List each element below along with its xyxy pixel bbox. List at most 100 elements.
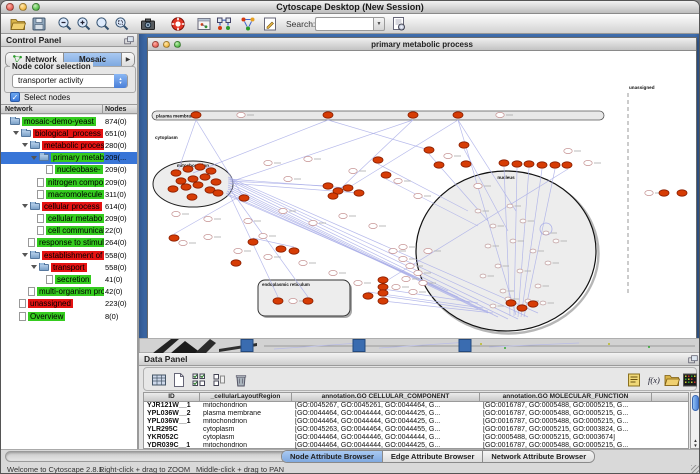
import-attributes-icon[interactable] [663, 371, 681, 389]
zoom-out-icon[interactable] [56, 15, 74, 33]
background-window-strip[interactable] [139, 338, 700, 353]
scrollbar-arrows[interactable]: ▲▼ [691, 438, 700, 448]
network-node-selected[interactable] [459, 142, 469, 148]
attribute-table-icon[interactable] [150, 371, 168, 389]
network-node[interactable] [349, 168, 357, 173]
tree-row[interactable]: Overview8(0) [1, 310, 137, 322]
network-node[interactable] [474, 183, 482, 188]
network-node[interactable] [507, 204, 513, 208]
layout-grid-icon[interactable] [215, 15, 233, 33]
network-node-selected[interactable] [550, 162, 560, 168]
network-node[interactable] [510, 239, 516, 243]
network-node-selected[interactable] [213, 190, 223, 196]
table-column-header[interactable]: ID [144, 393, 200, 401]
network-node[interactable] [244, 218, 252, 223]
network-node-selected[interactable] [373, 157, 383, 163]
network-node-selected[interactable] [181, 184, 191, 190]
network-node-selected[interactable] [461, 161, 471, 167]
tree-row[interactable]: cellular process614(0) [1, 200, 137, 212]
network-node[interactable] [584, 160, 592, 165]
tree-row[interactable]: biological_process651(0) [1, 127, 137, 139]
table-column-header[interactable]: annotation.GO MOLECULAR_FUNCTION [480, 393, 652, 401]
tree-row[interactable]: cellular metabo209(0) [1, 213, 137, 225]
combobox-stepper-icon[interactable]: ▲▼ [114, 74, 127, 88]
network-node[interactable] [530, 249, 536, 253]
network-node-selected[interactable] [303, 298, 313, 304]
tab-edge-attribute-browser[interactable]: Edge Attribute Browser [383, 451, 483, 462]
tree-row[interactable]: nitrogen compo209(0) [1, 176, 137, 188]
network-node[interactable] [204, 216, 212, 221]
tree-row[interactable]: metabolic process280(0) [1, 139, 137, 151]
network-node[interactable] [540, 301, 546, 305]
network-node[interactable] [264, 254, 272, 259]
network-node[interactable] [496, 112, 504, 117]
network-node[interactable] [480, 274, 486, 278]
attribute-table[interactable]: ID_cellularLayoutRegionannotation.GO CEL… [143, 392, 689, 449]
network-node[interactable] [490, 224, 496, 228]
zoom-selected-icon[interactable] [113, 15, 131, 33]
network-node-selected[interactable] [381, 172, 391, 178]
network-node-selected[interactable] [378, 290, 388, 296]
network-node-selected[interactable] [193, 182, 203, 188]
network-node-selected[interactable] [343, 185, 353, 191]
network-node[interactable] [402, 276, 410, 281]
snapshot-icon[interactable] [139, 15, 157, 33]
network-node-selected[interactable] [176, 178, 186, 184]
table-row[interactable]: YPL036W__1mitochondrion[GO:0044464, GO:0… [144, 418, 688, 426]
network-node-selected[interactable] [289, 248, 299, 254]
layout-organic-icon[interactable] [239, 15, 257, 33]
annotation-icon[interactable] [261, 15, 279, 33]
network-node[interactable] [406, 263, 414, 268]
tree-row[interactable]: transport558(0) [1, 261, 137, 273]
tree-row[interactable]: nucleobase-209(0) [1, 164, 137, 176]
tab-node-attribute-browser[interactable]: Node Attribute Browser [282, 451, 383, 462]
tree-row[interactable]: secretion41(0) [1, 273, 137, 285]
view-settings-icon[interactable] [195, 15, 213, 33]
data-panel-float-icon[interactable] [688, 355, 698, 364]
network-node[interactable] [409, 289, 417, 294]
network-node[interactable] [354, 280, 362, 285]
network-node[interactable] [475, 209, 481, 213]
formula-icon[interactable]: f(x) [645, 371, 663, 389]
network-node-selected[interactable] [537, 162, 547, 168]
network-node[interactable] [490, 304, 496, 308]
network-node-selected[interactable] [323, 183, 333, 189]
new-attribute-icon[interactable] [170, 371, 188, 389]
float-panel-icon[interactable] [124, 36, 134, 45]
tree-row[interactable]: macromolecule311(0) [1, 188, 137, 200]
region-plasma-membrane[interactable] [152, 111, 604, 120]
tree-column-nodes[interactable]: Nodes [103, 105, 137, 113]
scrollbar-thumb[interactable] [692, 395, 699, 411]
network-node[interactable] [645, 190, 653, 195]
network-graph[interactable]: plasma membranecytoplasmmitochondrionnuc… [148, 51, 696, 338]
tree-row[interactable]: cell communicat22(0) [1, 225, 137, 237]
tree-row[interactable]: multi-organism pro42(0) [1, 286, 137, 298]
network-node[interactable] [172, 211, 180, 216]
network-node[interactable] [284, 176, 292, 181]
network-node[interactable] [289, 298, 297, 303]
table-scrollbar[interactable]: ▲▼ [690, 392, 700, 449]
network-node[interactable] [414, 193, 422, 198]
network-node-selected[interactable] [524, 161, 534, 167]
search-dropdown-arrow[interactable]: ▼ [373, 17, 385, 31]
table-column-header[interactable]: _cellularLayoutRegion [200, 393, 292, 401]
tab-network-attribute-browser[interactable]: Network Attribute Browser [483, 451, 594, 462]
network-node-selected[interactable] [188, 176, 198, 182]
network-node[interactable] [304, 156, 312, 161]
network-node-selected[interactable] [211, 179, 221, 185]
network-node-selected[interactable] [453, 112, 463, 118]
tabs-overflow-arrow[interactable]: ▶ [122, 53, 134, 66]
resize-grip[interactable] [691, 465, 699, 473]
network-node[interactable] [204, 234, 212, 239]
network-node[interactable] [394, 178, 402, 183]
unselect-attributes-icon[interactable] [210, 371, 228, 389]
network-node-selected[interactable] [323, 112, 333, 118]
network-node-selected[interactable] [273, 298, 283, 304]
zoom-in-icon[interactable] [75, 15, 93, 33]
network-node-selected[interactable] [408, 112, 418, 118]
help-icon[interactable] [169, 15, 187, 33]
tree-row[interactable]: primary metabo209(... [1, 152, 137, 164]
heatmap-icon[interactable] [681, 371, 699, 389]
network-node-selected[interactable] [187, 194, 197, 200]
tree-row[interactable]: establishment of lo558(0) [1, 249, 137, 261]
